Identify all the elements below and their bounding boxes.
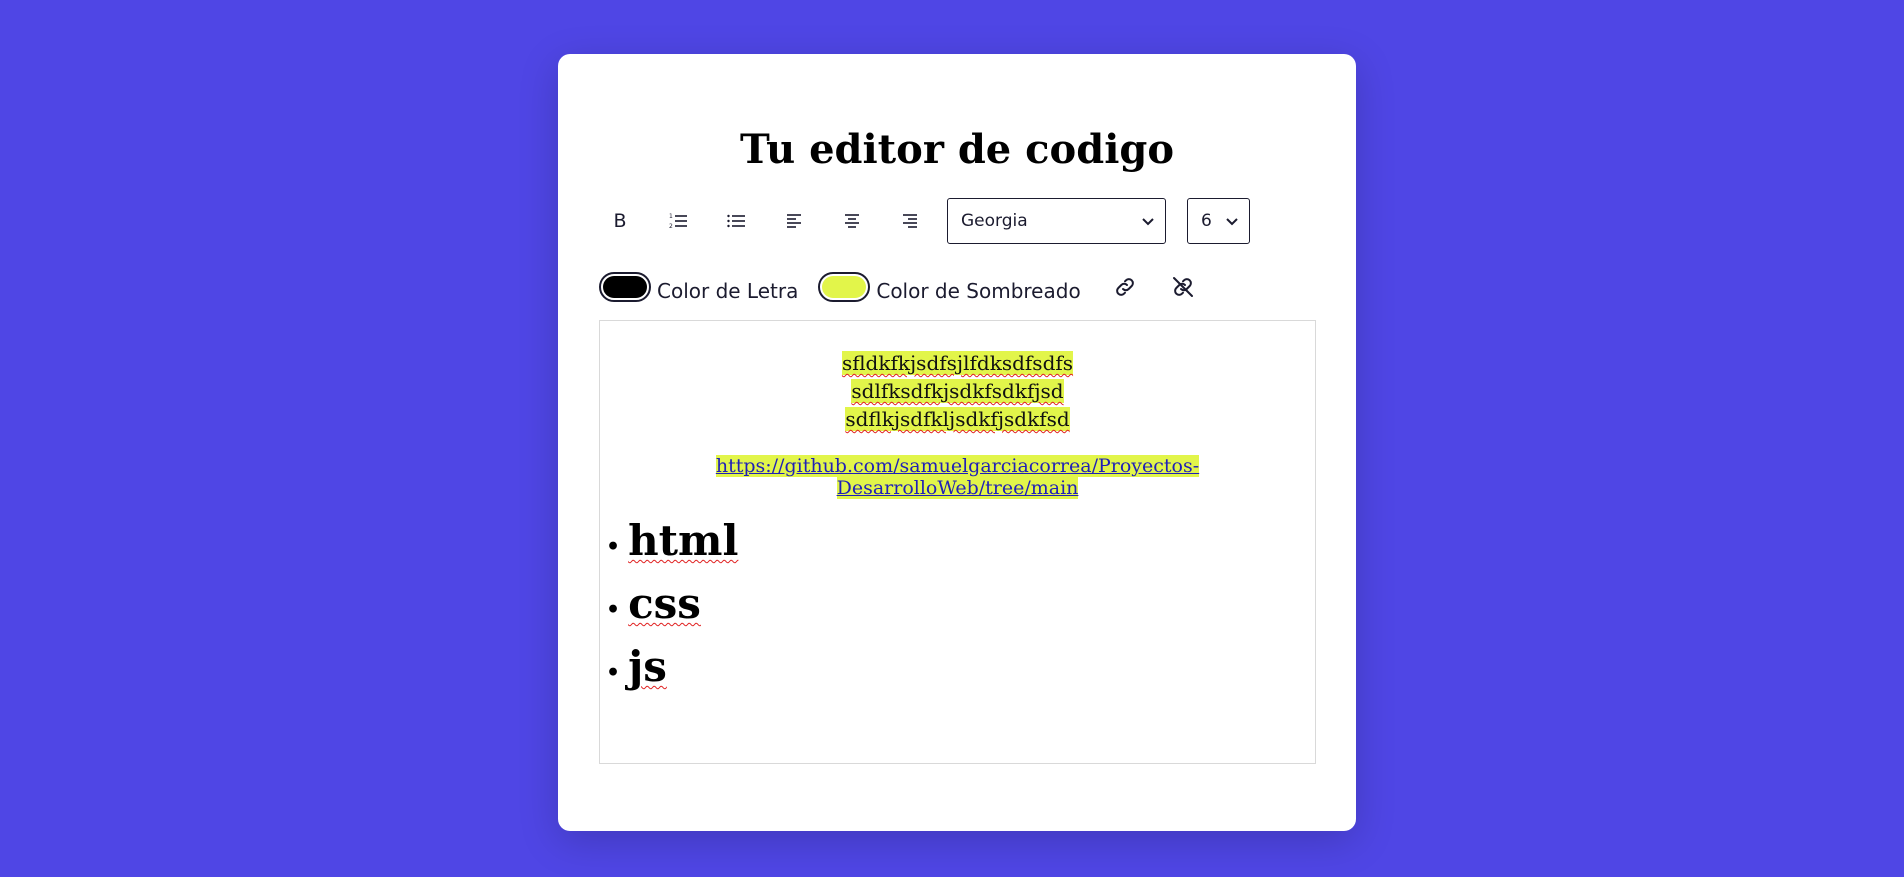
- text-color-swatch: [603, 276, 647, 298]
- svg-text:1: 1: [669, 213, 673, 220]
- bullet-icon: •: [606, 660, 621, 686]
- editor-bullet-list: • html • css • js: [606, 509, 738, 698]
- editor-paragraph: sfldkfkjsdfsjlfdksdfsdfs sdlfksdfkjsdkfs…: [600, 349, 1315, 433]
- list-item: • js: [606, 635, 738, 698]
- align-right-icon: [903, 214, 917, 228]
- bullet-icon: •: [606, 534, 621, 560]
- chevron-down-icon: [1142, 218, 1154, 226]
- text-color-picker[interactable]: [599, 272, 651, 302]
- highlight-color-label: Color de Sombreado: [876, 279, 1081, 303]
- chevron-down-icon: [1226, 218, 1238, 226]
- align-left-button[interactable]: [773, 200, 815, 242]
- unordered-list-icon: [727, 214, 745, 228]
- page-title: Tu editor de codigo: [739, 126, 1175, 173]
- github-link[interactable]: https://github.com/samuelgarciacorrea/Pr…: [715, 455, 1200, 499]
- ordered-list-button[interactable]: 1 2: [657, 200, 699, 242]
- align-center-button[interactable]: [831, 200, 873, 242]
- create-link-button[interactable]: [1105, 267, 1145, 307]
- font-size-select[interactable]: 6: [1187, 198, 1250, 244]
- unlink-icon: [1172, 277, 1193, 297]
- list-item-text: html: [628, 516, 739, 565]
- rich-text-editor[interactable]: sfldkfkjsdfsjlfdksdfsdfs sdlfksdfkjsdkfs…: [599, 320, 1316, 764]
- link-icon: [1115, 278, 1134, 296]
- editor-link-line: https://github.com/samuelgarciacorrea/Pr…: [600, 455, 1315, 499]
- align-left-icon: [787, 214, 801, 228]
- bold-button[interactable]: B: [599, 200, 641, 242]
- font-size-value: 6: [1201, 211, 1212, 231]
- ordered-list-icon: 1 2: [669, 213, 687, 230]
- paragraph-line: sdlfksdfkjsdkfsdkfjsd: [851, 379, 1064, 403]
- color-toolbar: Color de Letra Color de Sombreado: [599, 264, 1203, 310]
- list-item: • css: [606, 572, 738, 635]
- list-item-text: css: [628, 579, 701, 628]
- align-center-icon: [845, 214, 859, 228]
- list-item: • html: [606, 509, 738, 572]
- bold-icon: B: [613, 210, 627, 232]
- svg-text:2: 2: [669, 223, 673, 230]
- text-color-label: Color de Letra: [657, 279, 799, 303]
- highlight-color-swatch: [822, 276, 867, 298]
- font-family-select[interactable]: Georgia: [947, 198, 1166, 244]
- remove-link-button[interactable]: [1163, 267, 1203, 307]
- editor-card: Tu editor de codigo B 1 2 Georgia 6 Colo…: [558, 54, 1356, 831]
- unordered-list-button[interactable]: [715, 200, 757, 242]
- font-family-value: Georgia: [961, 211, 1028, 231]
- paragraph-line: sdflkjsdfkljsdkfjsdkfsd: [845, 407, 1070, 431]
- paragraph-line: sfldkfkjsdfsjlfdksdfsdfs: [841, 351, 1074, 375]
- align-right-button[interactable]: [889, 200, 931, 242]
- highlight-color-picker[interactable]: [818, 272, 871, 302]
- bullet-icon: •: [606, 597, 621, 623]
- formatting-toolbar: B 1 2 Georgia 6: [599, 197, 1250, 245]
- list-item-text: js: [628, 642, 667, 691]
